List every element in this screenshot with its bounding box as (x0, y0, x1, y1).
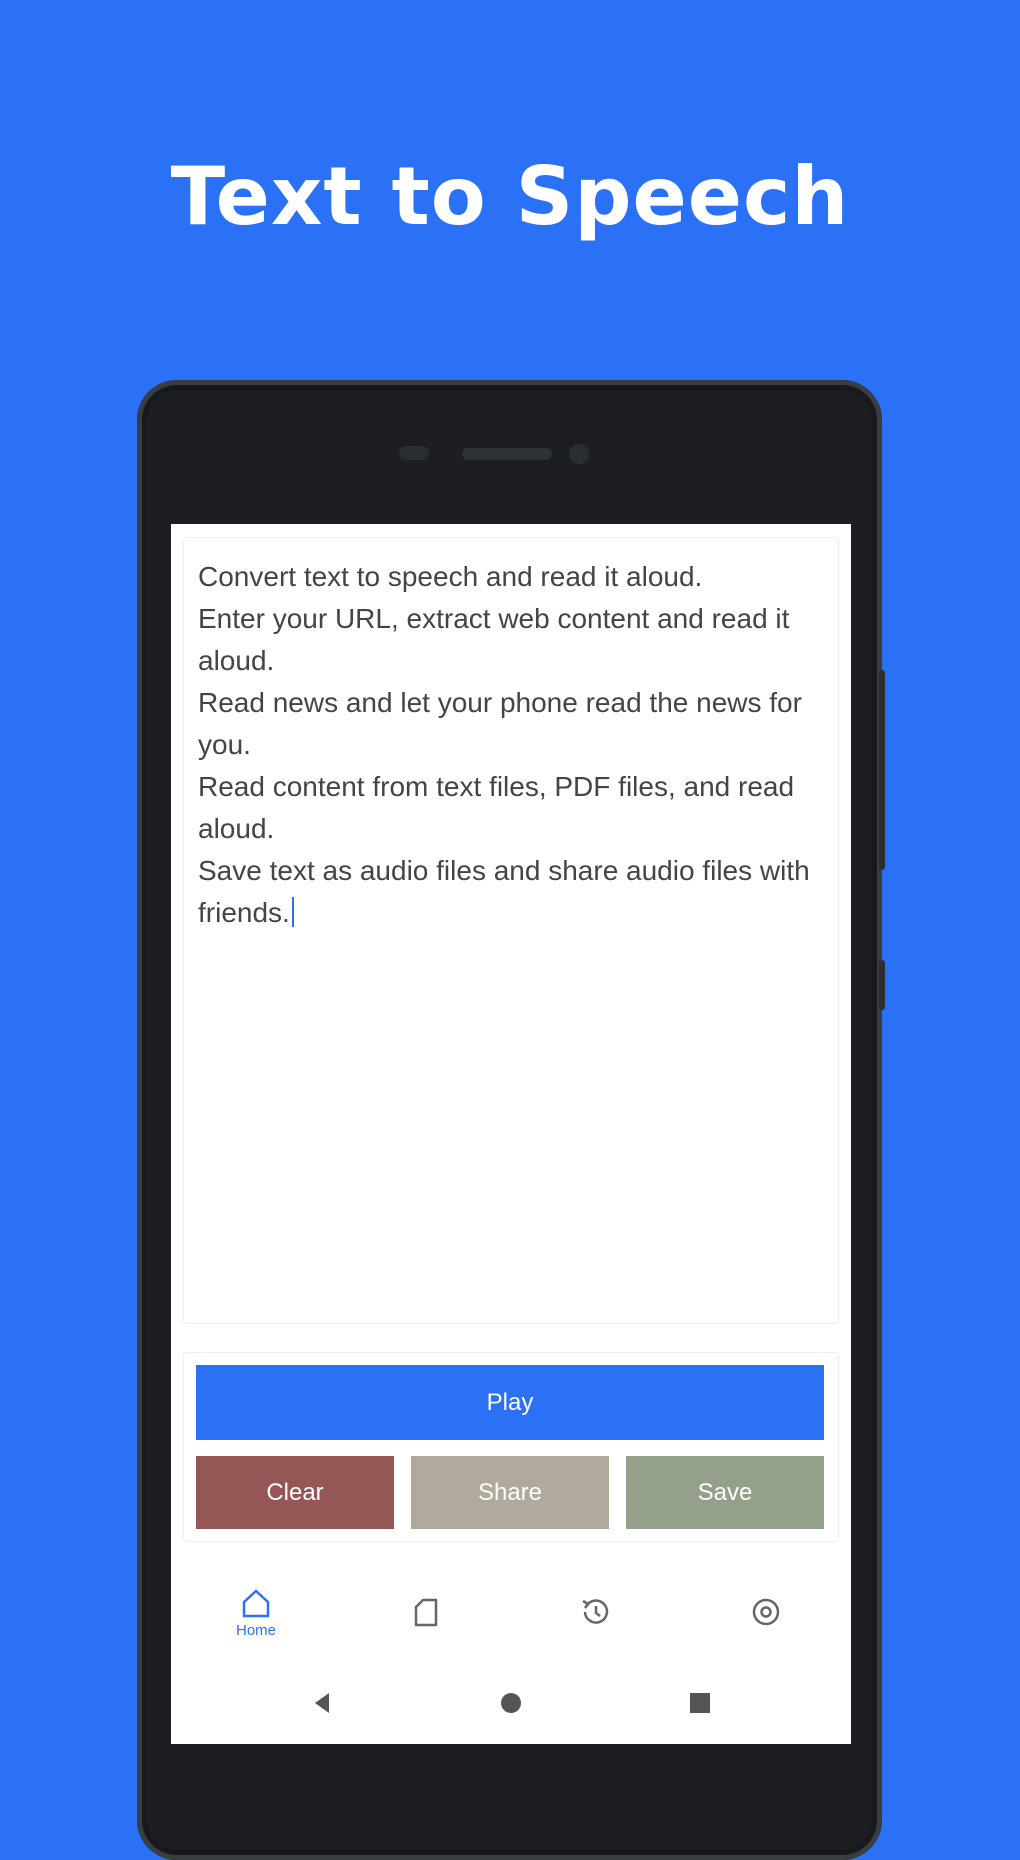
app-screen: Convert text to speech and read it aloud… (171, 524, 851, 1744)
front-camera (569, 444, 589, 464)
clear-button[interactable]: Clear (196, 1456, 394, 1529)
settings-icon (752, 1598, 780, 1626)
headline: Text to Speech (170, 150, 850, 243)
tab-home[interactable]: Home (171, 1564, 341, 1660)
share-button[interactable]: Share (411, 1456, 609, 1529)
tab-home-label: Home (235, 1621, 276, 1639)
editor-line: Convert text to speech and read it aloud… (198, 561, 703, 592)
bottom-tab-bar: Home (171, 1564, 851, 1660)
editor-line: Read content from text files, PDF files,… (198, 771, 802, 844)
action-buttons-card: Play Clear Share Save (183, 1352, 839, 1542)
history-icon (582, 1599, 609, 1624)
text-input-card[interactable]: Convert text to speech and read it aloud… (183, 537, 839, 1324)
editor-line: Enter your URL, extract web content and … (198, 603, 798, 676)
tab-files[interactable] (341, 1564, 511, 1660)
save-button[interactable]: Save (626, 1456, 824, 1529)
text-caret (291, 897, 294, 927)
home-icon (242, 1589, 270, 1617)
power-button (879, 960, 885, 1010)
tab-history[interactable] (511, 1564, 681, 1660)
system-navigation-bar (171, 1660, 851, 1744)
earpiece-speaker (462, 448, 552, 460)
recents-icon[interactable] (687, 1690, 713, 1716)
back-icon[interactable] (309, 1690, 335, 1716)
play-button[interactable]: Play (196, 1365, 824, 1440)
sensor (399, 446, 429, 460)
home-circle-icon[interactable] (498, 1690, 524, 1716)
volume-button (879, 670, 885, 870)
text-editor[interactable]: Convert text to speech and read it aloud… (184, 538, 838, 934)
editor-line: Read news and let your phone read the ne… (198, 687, 810, 760)
phone-frame: Convert text to speech and read it aloud… (137, 380, 885, 1860)
file-icon (414, 1598, 438, 1627)
tab-settings[interactable] (681, 1564, 851, 1660)
